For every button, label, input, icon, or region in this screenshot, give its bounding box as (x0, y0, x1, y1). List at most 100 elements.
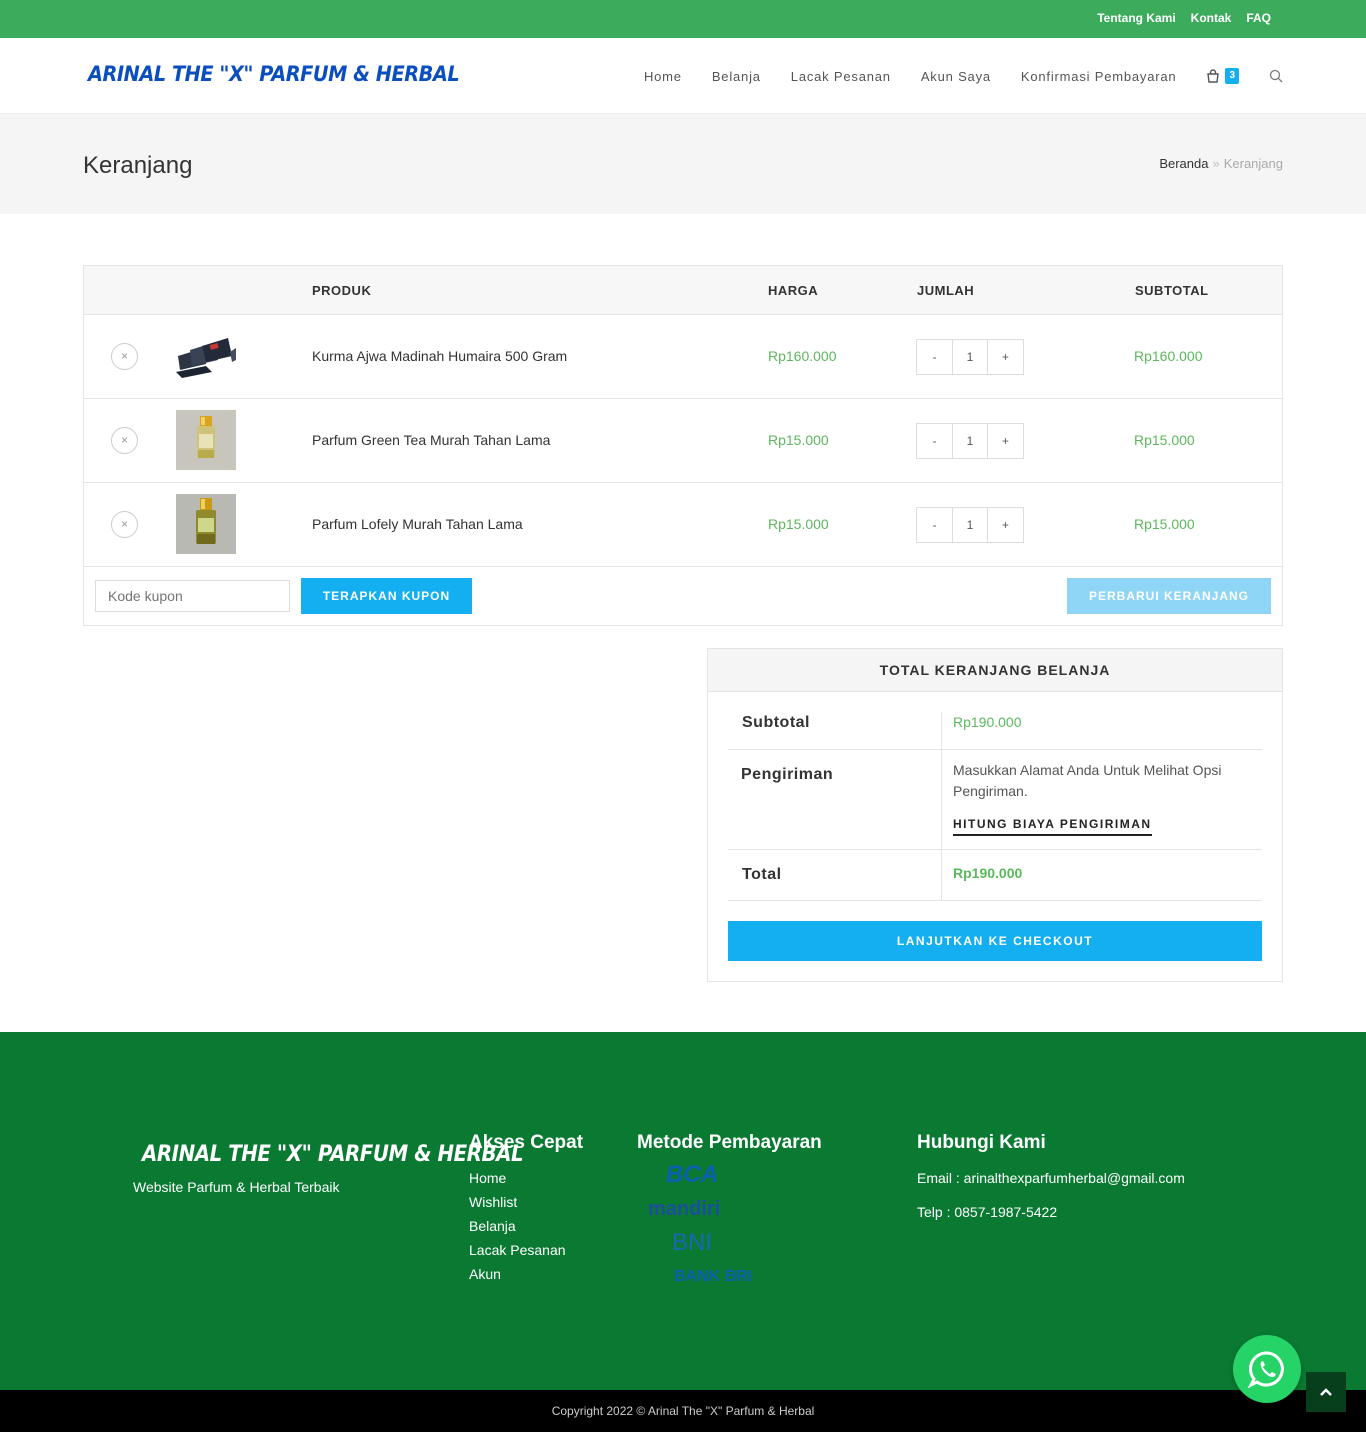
payment-logos: BCA mandiri BNI BANK BRI (648, 1160, 752, 1296)
contact-heading: Hubungi Kami (917, 1132, 1046, 1153)
subtotal-value: Rp190.000 (953, 714, 1022, 730)
top-bar: Tentang Kami Kontak FAQ (0, 0, 1366, 38)
subtotal-label: Subtotal (742, 714, 810, 731)
cart-row: × Parfum Lofely Murah Tahan Lama Rp15.00… (84, 483, 1282, 567)
update-cart-button[interactable]: PERBARUI KERANJANG (1067, 578, 1271, 614)
nav-lacak-pesanan[interactable]: Lacak Pesanan (791, 69, 891, 84)
remove-item-button[interactable]: × (111, 343, 138, 370)
product-name[interactable]: Kurma Ajwa Madinah Humaira 500 Gram (312, 348, 567, 364)
proceed-to-checkout-button[interactable]: LANJUTKAN KE CHECKOUT (728, 921, 1262, 961)
bni-logo: BNI (672, 1229, 713, 1256)
shipping-label: Pengiriman (741, 766, 834, 783)
product-subtotal: Rp15.000 (1134, 516, 1195, 532)
page-title: Keranjang (83, 152, 193, 179)
cart-count-badge: 3 (1225, 68, 1239, 84)
product-price: Rp15.000 (768, 516, 829, 532)
link-kontak[interactable]: Kontak (1191, 11, 1232, 25)
breadcrumb: Beranda » Keranjang (1159, 156, 1283, 171)
footer-link-lacak-pesanan[interactable]: Lacak Pesanan (469, 1242, 566, 1266)
qty-minus-button[interactable]: - (917, 340, 952, 374)
cart-actions: TERAPKAN KUPON PERBARUI KERANJANG (84, 567, 1282, 625)
footer-link-home[interactable]: Home (469, 1170, 566, 1194)
qty-plus-button[interactable]: + (988, 340, 1023, 374)
product-subtotal: Rp160.000 (1134, 348, 1203, 364)
col-product: PRODUK (312, 283, 372, 298)
site-header: ARINAL THE "X" PARFUM & HERBAL Home Bela… (0, 38, 1366, 114)
link-tentang-kami[interactable]: Tentang Kami (1097, 11, 1175, 25)
qty-input[interactable]: 1 (952, 424, 988, 458)
nav-home[interactable]: Home (644, 69, 682, 84)
payment-heading: Metode Pembayaran (637, 1132, 822, 1153)
qty-minus-button[interactable]: - (917, 424, 952, 458)
footer-link-belanja[interactable]: Belanja (469, 1218, 566, 1242)
nav-belanja[interactable]: Belanja (712, 69, 761, 84)
footer-link-wishlist[interactable]: Wishlist (469, 1194, 566, 1218)
contact-phone[interactable]: Telp : 0857-1987-5422 (917, 1204, 1057, 1220)
cart-totals-heading: TOTAL KERANJANG BELANJA (708, 649, 1282, 692)
col-quantity: JUMLAH (917, 283, 975, 298)
totals-subtotal-row: Subtotal Rp190.000 (728, 692, 1262, 750)
cart-row: × Parfum Green Tea Murah Tahan Lama Rp15… (84, 399, 1282, 483)
qty-input[interactable]: 1 (952, 340, 988, 374)
row-divider (941, 712, 942, 749)
copyright-text: Copyright 2022 © Arinal The "X" Parfum &… (551, 1404, 815, 1418)
bca-logo: BCA (666, 1161, 718, 1188)
site-logo[interactable]: ARINAL THE "X" PARFUM & HERBAL (88, 62, 460, 86)
col-subtotal: SUBTOTAL (1135, 283, 1209, 298)
remove-item-button[interactable]: × (111, 427, 138, 454)
whatsapp-icon (1247, 1351, 1284, 1389)
scroll-to-top-button[interactable] (1306, 1372, 1346, 1412)
shopping-bag-icon (1207, 69, 1220, 83)
product-thumbnail[interactable] (176, 326, 236, 386)
breadcrumb-current: Keranjang (1223, 156, 1283, 171)
breadcrumb-home[interactable]: Beranda (1159, 156, 1208, 171)
whatsapp-chat-button[interactable] (1233, 1335, 1301, 1403)
product-price: Rp160.000 (768, 348, 837, 364)
bri-logo: BANK BRI (674, 1268, 753, 1285)
search-icon[interactable] (1269, 69, 1283, 83)
site-footer: ARINAL THE "X" PARFUM & HERBAL Website P… (0, 1032, 1366, 1390)
apply-coupon-button[interactable]: TERAPKAN KUPON (301, 578, 472, 614)
shipping-info-text: Masukkan Alamat Anda Untuk Melihat Opsi … (953, 762, 1222, 799)
footer-link-akun[interactable]: Akun (469, 1266, 566, 1290)
mandiri-logo: mandiri (648, 1198, 721, 1220)
product-thumbnail[interactable] (176, 494, 236, 554)
row-divider (941, 850, 942, 900)
page-header: Keranjang Beranda» Keranjang (0, 114, 1366, 214)
qty-plus-button[interactable]: + (988, 424, 1023, 458)
product-thumbnail[interactable] (176, 410, 236, 470)
quick-links: Home Wishlist Belanja Lacak Pesanan Akun (469, 1170, 566, 1290)
nav-konfirmasi-pembayaran[interactable]: Konfirmasi Pembayaran (1021, 69, 1177, 84)
cart-button[interactable]: 3 (1206, 68, 1239, 84)
cart-row: × Kurma Ajwa Madinah Humaira 500 Gram Rp… (84, 315, 1282, 399)
product-subtotal: Rp15.000 (1134, 432, 1195, 448)
totals-shipping-row: Pengiriman Masukkan Alamat Anda Untuk Me… (728, 750, 1262, 850)
product-name[interactable]: Parfum Lofely Murah Tahan Lama (312, 516, 523, 532)
product-name[interactable]: Parfum Green Tea Murah Tahan Lama (312, 432, 550, 448)
breadcrumb-separator: » (1212, 156, 1220, 171)
link-faq[interactable]: FAQ (1246, 11, 1271, 25)
main-nav: Home Belanja Lacak Pesanan Akun Saya Kon… (614, 38, 1283, 114)
copyright-bar: Copyright 2022 © Arinal The "X" Parfum &… (0, 1390, 1366, 1432)
quick-links-heading: Akses Cepat (469, 1132, 584, 1153)
top-links: Tentang Kami Kontak FAQ (1097, 11, 1271, 25)
qty-plus-button[interactable]: + (988, 508, 1023, 542)
chevron-up-icon (1320, 1388, 1332, 1396)
footer-logo[interactable]: ARINAL THE "X" PARFUM & HERBAL (142, 1142, 524, 1167)
contact-email[interactable]: Email : arinalthexparfumherbal@gmail.com (917, 1170, 1185, 1186)
cart-table: PRODUK HARGA JUMLAH SUBTOTAL × Kurma Ajw… (83, 265, 1283, 626)
col-price: HARGA (768, 283, 819, 298)
quantity-stepper: - 1 + (916, 423, 1024, 459)
quantity-stepper: - 1 + (916, 507, 1024, 543)
total-label: Total (742, 866, 782, 883)
remove-item-button[interactable]: × (111, 511, 138, 538)
product-price: Rp15.000 (768, 432, 829, 448)
footer-tagline: Website Parfum & Herbal Terbaik (133, 1179, 340, 1195)
coupon-code-input[interactable] (95, 580, 290, 612)
qty-minus-button[interactable]: - (917, 508, 952, 542)
nav-akun-saya[interactable]: Akun Saya (921, 69, 991, 84)
quantity-stepper: - 1 + (916, 339, 1024, 375)
qty-input[interactable]: 1 (952, 508, 988, 542)
cart-table-header: PRODUK HARGA JUMLAH SUBTOTAL (84, 266, 1282, 315)
calculate-shipping-link[interactable]: HITUNG BIAYA PENGIRIMAN (953, 817, 1152, 836)
